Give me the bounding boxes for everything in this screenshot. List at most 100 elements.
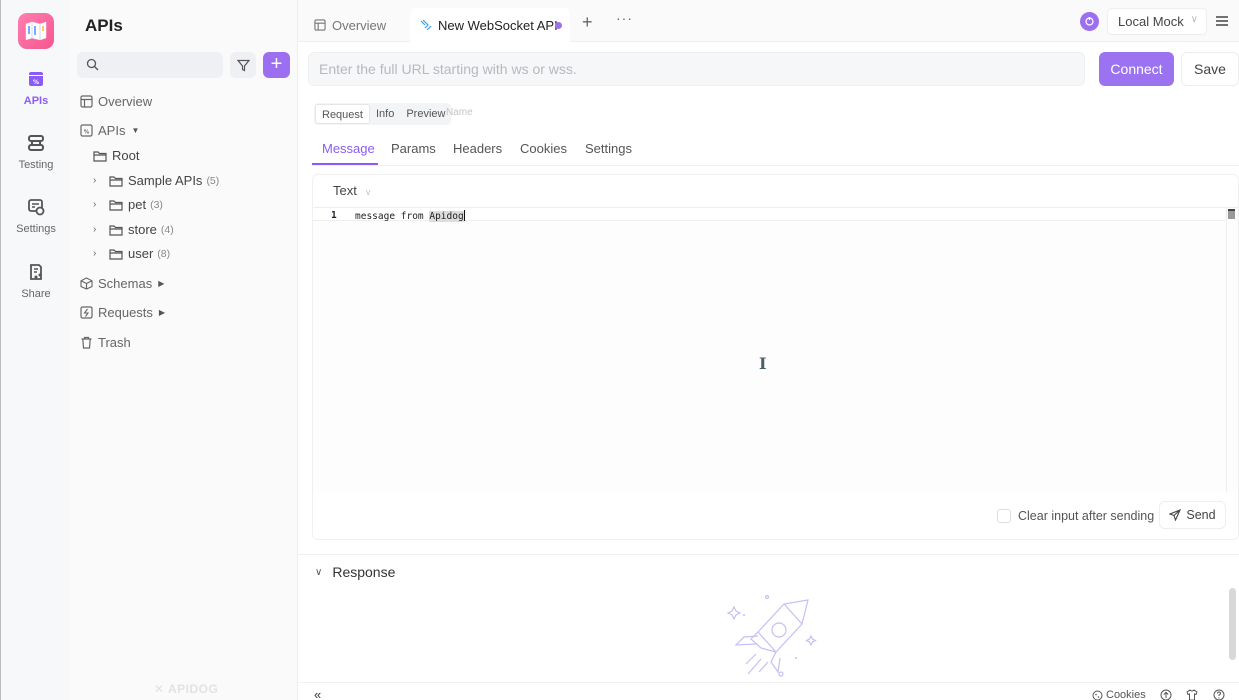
sidebar-search-input[interactable] (77, 52, 223, 78)
subtab-message[interactable]: Message (322, 141, 375, 156)
more-tabs-button[interactable]: ··· (616, 10, 633, 26)
tree-item-schemas[interactable]: Schemas ▶ (80, 276, 164, 291)
send-label: Send (1186, 508, 1216, 522)
folder-count: (3) (150, 198, 163, 211)
folder-icon (93, 150, 107, 162)
message-panel: Text ∨ 1 message from Apidog I Clear inpu… (312, 174, 1239, 540)
tree-folder[interactable]: › store (4) (93, 222, 174, 237)
watermark-text: APIDOG (167, 682, 219, 696)
subtab-cookies[interactable]: Cookies (520, 141, 567, 156)
app-logo[interactable] (18, 13, 54, 49)
upload-button[interactable] (1160, 689, 1175, 700)
rail-item-apis[interactable]: % APIs (1, 70, 71, 107)
tree-folder[interactable]: › Sample APIs (5) (93, 173, 219, 188)
cookies-button[interactable]: Cookies (1092, 689, 1146, 700)
testing-icon (28, 135, 44, 151)
mode-preview[interactable]: Preview (400, 104, 451, 124)
subtab-params[interactable]: Params (391, 141, 436, 156)
tree-folder[interactable]: › user (8) (93, 246, 170, 261)
name-input[interactable]: Name (446, 107, 473, 118)
menu-button[interactable] (1216, 14, 1228, 29)
collapse-sidebar-button[interactable]: « (314, 687, 321, 700)
environment-select[interactable]: Local Mock ∨ (1107, 8, 1207, 35)
tree-item-trash[interactable]: Trash (80, 335, 131, 350)
apidog-logo-icon: ✕ (154, 682, 165, 696)
tree-label: Schemas (98, 276, 153, 291)
rail-label: Share (21, 288, 51, 300)
message-editor[interactable]: 1 message from Apidog I (313, 207, 1238, 492)
tab-bar: Overview New WebSocket API + ··· Local M… (298, 0, 1239, 42)
chevron-down-icon: ∨ (1190, 14, 1198, 25)
url-input[interactable] (308, 52, 1085, 86)
tab-label: New WebSocket API (438, 17, 558, 33)
overview-icon (314, 19, 326, 31)
upload-circle-icon (1160, 689, 1172, 700)
rail-item-share[interactable]: Share (1, 263, 71, 300)
text-caret (463, 210, 465, 221)
editor-scrollbar[interactable] (1226, 208, 1236, 492)
mode-info[interactable]: Info (370, 104, 400, 124)
shirt-theme-button[interactable] (1186, 689, 1201, 700)
send-icon (1169, 509, 1182, 521)
rail-item-testing[interactable]: Testing (1, 134, 71, 171)
mode-request[interactable]: Request (315, 104, 370, 124)
subtab-settings[interactable]: Settings (585, 141, 632, 156)
response-toggle[interactable]: ∨ Response (315, 564, 395, 580)
help-button[interactable] (1213, 689, 1228, 700)
unsaved-indicator (555, 22, 562, 29)
new-tab-button[interactable]: + (582, 12, 593, 33)
clear-input-checkbox[interactable] (997, 509, 1011, 523)
folder-count: (5) (206, 174, 220, 187)
tree-item-overview[interactable]: Overview (80, 94, 152, 109)
scrollbar-thumb[interactable] (1228, 209, 1235, 219)
tree-item-apis[interactable]: % APIs ▼ (80, 123, 139, 138)
chevron-right-icon: › (93, 199, 97, 210)
chevron-down-icon: ∨ (364, 187, 372, 197)
settings-icon (28, 199, 45, 216)
response-title: Response (332, 564, 396, 580)
send-button[interactable]: Send (1159, 501, 1226, 529)
tree-folder[interactable]: › pet (3) (93, 197, 163, 212)
trash-icon (81, 336, 92, 349)
search-icon (86, 58, 99, 71)
api-sidebar: APIs + Overview % APIs ▼ Root › Sample A… (70, 0, 298, 700)
tree-item-requests[interactable]: Requests ▶ (80, 305, 165, 320)
tab-overview[interactable]: Overview (314, 8, 386, 42)
folder-name: Sample APIs (128, 173, 203, 188)
connect-button[interactable]: Connect (1099, 52, 1174, 86)
caret-down-icon: ▼ (131, 126, 140, 135)
sidebar-title: APIs (85, 16, 123, 35)
shirt-icon (1186, 689, 1198, 700)
filter-button[interactable] (230, 52, 256, 78)
subtab-headers[interactable]: Headers (453, 141, 502, 156)
message-type-label: Text (333, 183, 357, 198)
tree-label: Requests (98, 305, 153, 320)
message-type-select[interactable]: Text ∨ (333, 183, 371, 198)
code-text: message from (355, 211, 430, 222)
caret-right-icon: ▶ (158, 308, 166, 317)
folder-icon (109, 175, 123, 187)
apis-icon: % (29, 72, 43, 86)
hamburger-icon (1216, 16, 1228, 26)
save-button[interactable]: Save (1181, 52, 1239, 86)
caret-right-icon: ▶ (158, 279, 165, 288)
rail-label: Testing (18, 159, 54, 171)
add-button[interactable]: + (263, 52, 290, 78)
plus-icon: + (270, 53, 283, 75)
rail-label: APIs (23, 95, 49, 107)
folder-icon (109, 224, 123, 236)
tree-label: APIs (98, 123, 126, 138)
tree-item-root[interactable]: Root (93, 148, 139, 163)
cookie-icon (1092, 690, 1103, 700)
main-scrollbar[interactable] (1229, 588, 1236, 660)
message-footer: Clear input after sending Send (313, 493, 1238, 539)
websocket-icon (420, 19, 432, 31)
folder-name: store (128, 222, 157, 237)
env-sync-button[interactable] (1080, 12, 1099, 31)
folder-name: user (128, 246, 154, 261)
filter-icon (236, 59, 250, 71)
code-line: message from Apidog (355, 210, 465, 222)
tab-new-websocket-api[interactable]: New WebSocket API (410, 8, 570, 42)
active-tab-indicator (312, 163, 378, 165)
rail-item-settings[interactable]: Settings (1, 198, 71, 235)
